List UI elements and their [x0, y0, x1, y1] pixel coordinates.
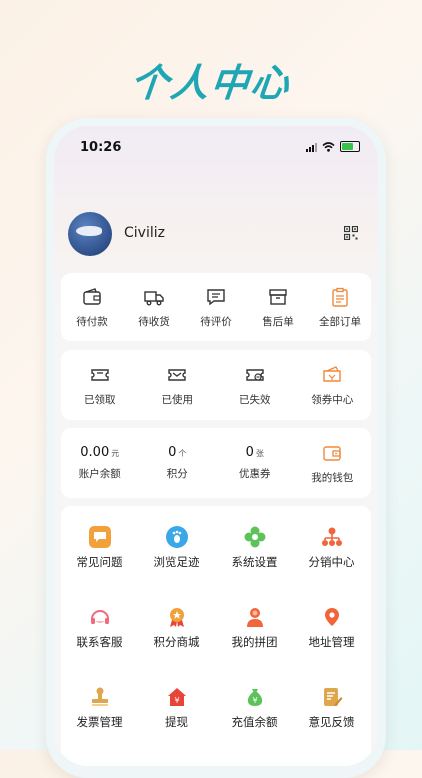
service-address[interactable]: 地址管理 [293, 606, 370, 650]
service-label: 意见反馈 [308, 715, 355, 729]
coupon-label: 已领取 [84, 393, 116, 406]
clipboard-icon [332, 287, 348, 307]
asset-label: 积分 [166, 468, 188, 480]
org-icon [321, 526, 343, 548]
qr-code-icon[interactable] [344, 226, 358, 240]
order-pending-payment[interactable]: 待付款 [61, 273, 123, 341]
signal-icon [306, 142, 317, 152]
stamp-icon [89, 686, 111, 708]
status-bar: 10:26 [54, 126, 378, 166]
service-label: 分销中心 [308, 555, 355, 569]
service-customer-support[interactable]: 联系客服 [61, 606, 138, 650]
service-invoice[interactable]: 发票管理 [61, 686, 138, 730]
coupon-label: 已失效 [239, 393, 271, 406]
coupon-expired[interactable]: 已失效 [216, 350, 294, 420]
service-label: 常见问题 [76, 555, 123, 569]
flower-icon [244, 526, 266, 548]
profile-header[interactable]: Civiliz [68, 212, 364, 256]
order-pending-receipt[interactable]: 待收货 [123, 273, 185, 341]
order-label: 全部订单 [319, 315, 361, 328]
wallet-label: 我的钱包 [311, 471, 354, 484]
avatar[interactable] [68, 212, 112, 256]
service-group-buy[interactable]: 我的拼团 [216, 606, 293, 650]
promo-title: 个人中心 [128, 61, 293, 105]
coupons-card: 已领取 已使用 已失效 领券中心 [61, 350, 371, 420]
location-icon [321, 606, 343, 628]
order-all[interactable]: 全部订单 [309, 273, 371, 341]
service-recharge[interactable]: ¥ 充值余额 [216, 686, 293, 730]
truck-icon [144, 290, 164, 305]
service-label: 地址管理 [308, 635, 355, 649]
ticket-expired-icon [246, 368, 264, 381]
asset-label: 账户余额 [78, 468, 121, 480]
service-label: 发票管理 [76, 715, 123, 729]
service-distribution[interactable]: 分销中心 [293, 526, 370, 570]
coupon-center-icon [323, 365, 341, 382]
wallet-icon [83, 287, 101, 305]
app-screen: 10:26 Civiliz 待付款 待收货 待评价 售后单 全部订单 已领取 已… [54, 126, 378, 766]
chat-icon [88, 526, 111, 548]
asset-label: 优惠券 [239, 468, 271, 480]
asset-value: 0个 [168, 445, 187, 460]
order-pending-review[interactable]: 待评价 [185, 273, 247, 341]
order-label: 待收货 [138, 315, 170, 328]
feedback-icon [321, 686, 343, 708]
coupon-center[interactable]: 领券中心 [294, 350, 372, 420]
medal-icon [166, 606, 188, 628]
box-icon [269, 288, 287, 305]
comment-icon [207, 288, 225, 305]
order-label: 待评价 [200, 315, 232, 328]
assets-card: 0.00 元 账户余额 0个 积分 0张 优惠券 我的钱包 [61, 428, 371, 498]
coupon-used[interactable]: 已使用 [139, 350, 217, 420]
services-grid: 常见问题 浏览足迹 系统设置 分销中心 联系客服 积分商城 我的拼团 地址管理 … [61, 506, 371, 766]
order-label: 售后单 [262, 315, 294, 328]
service-label: 提现 [165, 715, 188, 729]
order-label: 待付款 [76, 315, 108, 328]
coupon-label: 已使用 [161, 393, 194, 406]
ticket-icon [91, 368, 109, 381]
asset-value: 0.00 元 [80, 445, 120, 460]
asset-coupons[interactable]: 0张 优惠券 [216, 428, 294, 498]
house-yen-icon: ¥ [166, 686, 188, 708]
service-withdraw[interactable]: ¥ 提现 [138, 686, 215, 730]
service-feedback[interactable]: 意见反馈 [293, 686, 370, 730]
status-icons [306, 141, 360, 152]
username: Civiliz [124, 225, 165, 241]
service-history[interactable]: 浏览足迹 [138, 526, 215, 570]
asset-balance[interactable]: 0.00 元 账户余额 [61, 428, 139, 498]
battery-icon [340, 141, 360, 152]
ticket-used-icon [168, 368, 186, 381]
orders-card: 待付款 待收货 待评价 售后单 全部订单 [61, 273, 371, 341]
headset-icon [89, 606, 111, 628]
order-after-sales[interactable]: 售后单 [247, 273, 309, 341]
asset-points[interactable]: 0个 积分 [139, 428, 217, 498]
service-label: 我的拼团 [231, 635, 278, 649]
wifi-icon [322, 141, 335, 152]
service-label: 积分商城 [153, 635, 200, 649]
service-settings[interactable]: 系统设置 [216, 526, 293, 570]
group-icon [244, 606, 266, 628]
coupon-label: 领券中心 [311, 393, 354, 406]
my-wallet[interactable]: 我的钱包 [294, 428, 372, 498]
service-label: 浏览足迹 [153, 555, 200, 569]
service-label: 充值余额 [231, 715, 278, 729]
status-time: 10:26 [80, 140, 122, 155]
service-faq[interactable]: 常见问题 [61, 526, 138, 570]
svg-text:¥: ¥ [174, 696, 179, 705]
coupon-received[interactable]: 已领取 [61, 350, 139, 420]
asset-value: 0张 [245, 445, 264, 460]
service-label: 联系客服 [76, 635, 123, 649]
service-points-mall[interactable]: 积分商城 [138, 606, 215, 650]
footprint-icon [165, 526, 188, 548]
money-bag-icon: ¥ [244, 686, 266, 708]
service-label: 系统设置 [231, 555, 278, 569]
wallet-icon [323, 445, 341, 461]
svg-text:¥: ¥ [252, 696, 257, 705]
